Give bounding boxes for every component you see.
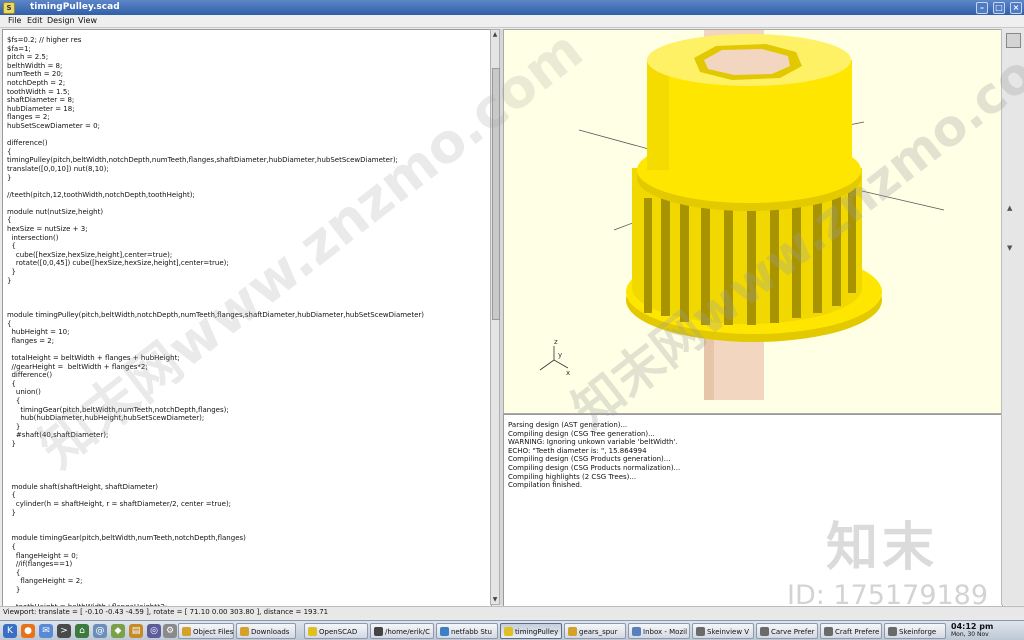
panel-knob[interactable] — [1006, 33, 1021, 48]
taskbar: K ● ✉ > ⌂ @ ◆ ▤ ◎ ⚙ Object Files Downloa… — [0, 620, 1024, 640]
right-panel-strip: ▲ ▼ — [1001, 29, 1024, 605]
task-button[interactable]: OpenSCAD — [304, 623, 368, 639]
python-icon — [696, 627, 705, 636]
folder-icon — [182, 627, 191, 636]
openscad-window: S timingPulley.scad – □ × File Edit Desi… — [0, 0, 1024, 640]
console-lines: Parsing design (AST generation)... Compi… — [504, 421, 680, 490]
axis-label-x: x — [566, 369, 570, 377]
console-line: Compiling design (CSG Tree generation)..… — [508, 429, 655, 438]
task-button[interactable]: Downloads — [236, 623, 296, 639]
title-bar[interactable]: S timingPulley.scad – □ × — [0, 0, 1024, 15]
console-line: Parsing design (AST generation)... — [508, 421, 628, 429]
folder-icon — [240, 627, 249, 636]
console-line: Compiling design (CSG Products normaliza… — [508, 463, 681, 472]
maximize-icon[interactable]: □ — [993, 2, 1005, 14]
task-button[interactable]: gears_spur — [564, 623, 626, 639]
python-icon — [760, 627, 769, 636]
editor-scrollbar[interactable]: ▲ ▼ — [490, 29, 500, 605]
task-button[interactable]: Skeinforge — [884, 623, 946, 639]
menu-bar: File Edit Design View — [0, 15, 1024, 28]
console-line: Compiling highlights (2 CSG Trees)... — [508, 472, 637, 481]
3d-viewport[interactable]: z y x — [503, 29, 1003, 414]
code-editor[interactable]: $fs=0.2; // higher res $fa=1; pitch = 2.… — [2, 29, 492, 607]
task-button[interactable]: Inbox - Mozil — [628, 623, 690, 639]
python-icon — [888, 627, 897, 636]
minimize-icon[interactable]: – — [976, 2, 988, 14]
task-button-active[interactable]: timingPulley — [500, 623, 562, 639]
scrollbar-thumb[interactable] — [492, 68, 500, 320]
thunderbird-icon — [632, 627, 641, 636]
terminal-icon[interactable]: > — [57, 624, 71, 638]
openscad-icon[interactable]: S — [3, 2, 15, 14]
clock-date: Mon, 30 Nov — [951, 631, 989, 638]
netfabb-icon — [440, 627, 449, 636]
task-button[interactable]: Craft Prefere — [820, 623, 882, 639]
status-bar: Viewport: translate = [ -0.10 -0.43 -4.5… — [0, 606, 1024, 618]
firefox-icon[interactable]: ● — [21, 624, 35, 638]
close-icon[interactable]: × — [1010, 2, 1022, 14]
menu-view[interactable]: View — [78, 16, 97, 26]
terminal-icon — [374, 627, 383, 636]
axes-indicator — [539, 346, 569, 371]
home-icon[interactable]: ⌂ — [75, 624, 89, 638]
clock[interactable]: 04:12 pm Mon, 30 Nov — [951, 622, 1021, 640]
settings-icon[interactable]: ⚙ — [163, 624, 177, 638]
python-icon — [824, 627, 833, 636]
console-line: ECHO: "Teeth diameter is: ", 15.864994 — [508, 446, 647, 455]
viewport-status: Viewport: translate = [ -0.10 -0.43 -4.5… — [3, 608, 329, 616]
task-button[interactable]: netfabb Stu — [436, 623, 498, 639]
menu-design[interactable]: Design — [47, 16, 75, 26]
code-text[interactable]: $fs=0.2; // higher res $fa=1; pitch = 2.… — [7, 36, 424, 606]
kontact-icon[interactable]: ✉ — [39, 624, 53, 638]
task-button[interactable]: Object Files — [178, 623, 234, 639]
arrow-up-icon[interactable]: ▲ — [1007, 204, 1012, 212]
kde-menu-icon[interactable]: K — [3, 624, 17, 638]
task-button[interactable]: Skeinview V — [692, 623, 754, 639]
folder-icon — [568, 627, 577, 636]
openscad-icon — [308, 627, 317, 636]
task-button[interactable]: /home/erik/C — [370, 623, 434, 639]
arrow-down-icon[interactable]: ▼ — [1007, 244, 1012, 252]
scroll-up-icon[interactable]: ▲ — [491, 30, 499, 39]
console-output[interactable]: Parsing design (AST generation)... Compi… — [503, 414, 1003, 607]
console-line: WARNING: Ignoring unkown variable 'beltW… — [508, 438, 678, 447]
scroll-down-icon[interactable]: ▼ — [491, 595, 499, 604]
menu-file[interactable]: File — [8, 16, 21, 26]
window-title: timingPulley.scad — [30, 2, 120, 12]
menu-edit[interactable]: Edit — [27, 16, 43, 26]
axis-label-y: y — [558, 351, 562, 359]
kmail-icon[interactable]: @ — [93, 624, 107, 638]
openscad-icon — [504, 627, 513, 636]
folder-icon[interactable]: ▤ — [129, 624, 143, 638]
pulley-render: z y x — [539, 30, 945, 400]
console-line: Compilation finished. — [508, 481, 583, 490]
console-line: Compiling design (CSG Products generatio… — [508, 455, 671, 464]
app-launcher-icon[interactable]: ◆ — [111, 624, 125, 638]
network-icon[interactable]: ◎ — [147, 624, 161, 638]
task-button[interactable]: Carve Prefer — [756, 623, 818, 639]
clock-time: 04:12 pm — [951, 622, 994, 631]
axis-label-z: z — [554, 338, 558, 346]
